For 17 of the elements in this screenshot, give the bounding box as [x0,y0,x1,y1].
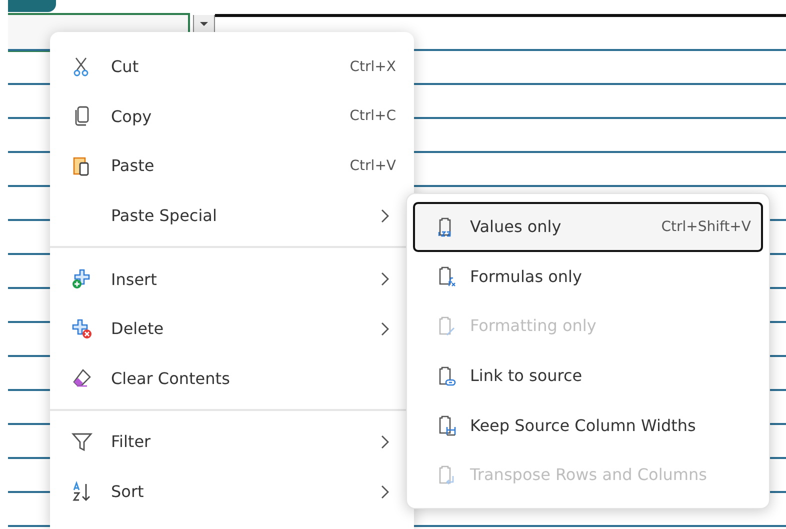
menu-item[interactable]: Values only Ctrl+Shift+V [413,202,763,252]
menu-item[interactable]: Link to source [413,350,763,400]
shortcut-text: Ctrl+X [350,58,396,75]
menu-item[interactable]: Keep Source Column Widths [413,400,763,450]
shortcut-text: Ctrl+Shift+V [661,218,751,235]
menu-item[interactable]: Formulas only [413,252,763,302]
dropdown-button[interactable] [193,15,215,33]
menu-item[interactable]: Cut Ctrl+X [50,42,414,92]
shortcut-text: Ctrl+C [350,108,396,124]
caret-icon [199,20,209,26]
filter-icon [71,430,93,453]
menu-item[interactable]: Paste Ctrl+V [50,141,414,191]
eraser-icon [71,367,93,390]
menu-item[interactable]: Copy Ctrl+C [50,92,414,142]
sort-icon [71,480,93,503]
delete-cells-icon [71,318,93,340]
shortcut-text: Ctrl+V [350,158,396,174]
